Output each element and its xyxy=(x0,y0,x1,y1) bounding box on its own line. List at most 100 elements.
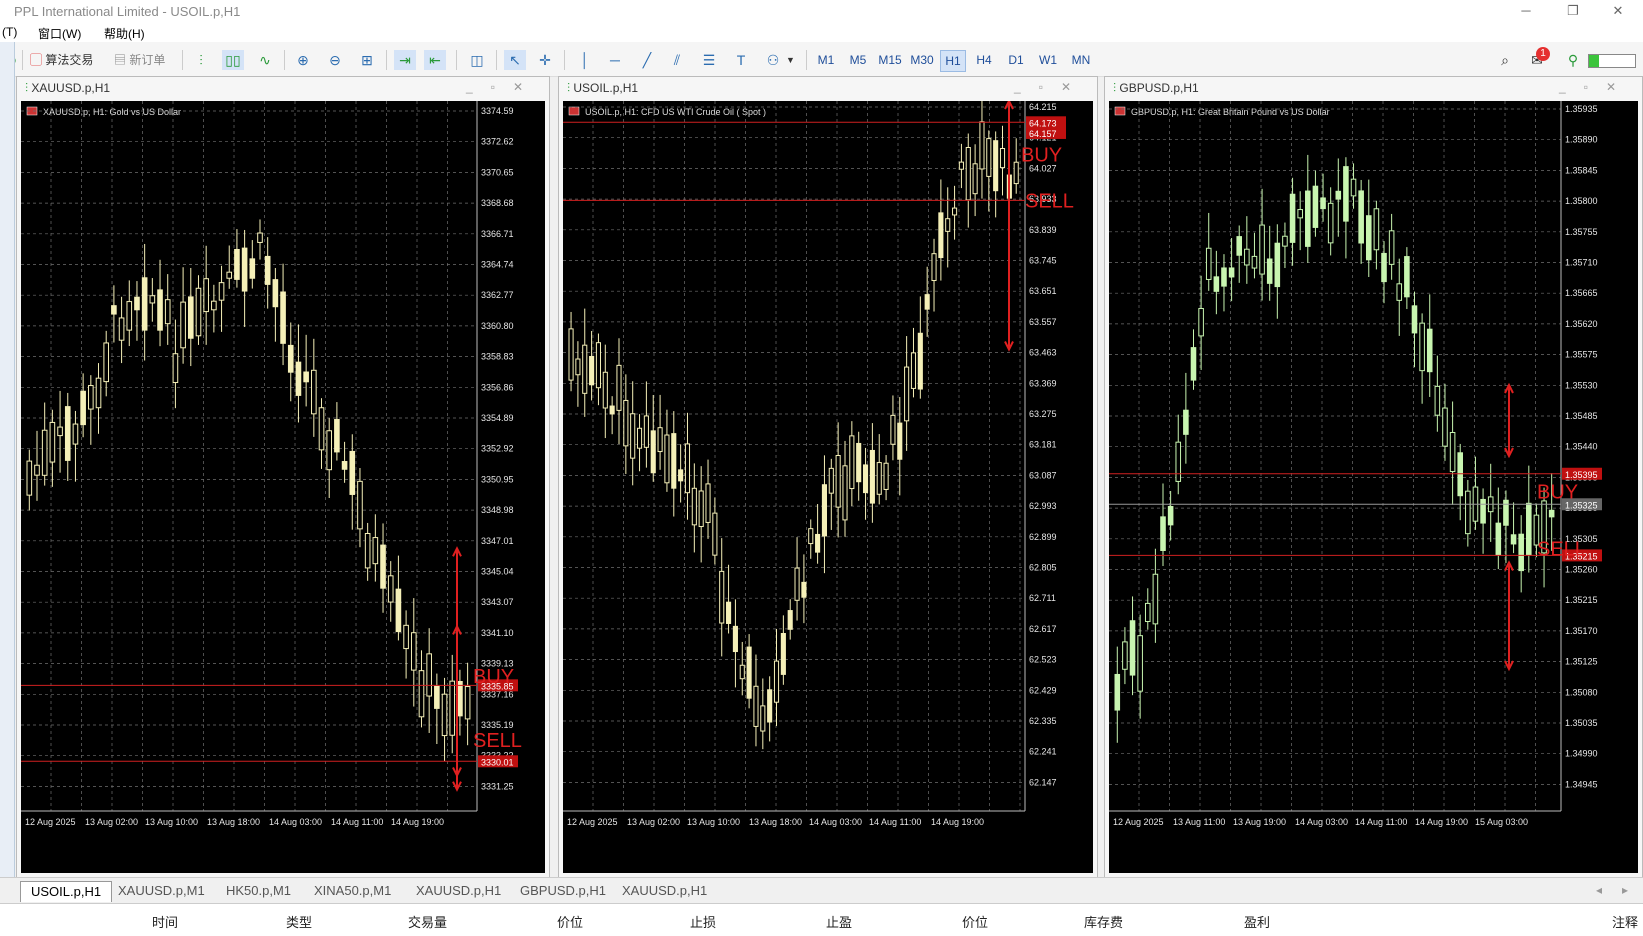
minimize-button[interactable]: ─ xyxy=(1506,2,1546,20)
horizontal-line-icon[interactable]: ─ xyxy=(604,50,626,70)
column-comment[interactable]: 注释 xyxy=(1612,912,1638,931)
candle-body xyxy=(326,430,333,471)
cursor-icon[interactable]: ↖ xyxy=(504,50,526,70)
channel-icon[interactable]: ⫽ xyxy=(666,50,688,70)
chart-window-buttons[interactable]: _▫✕ xyxy=(1559,80,1634,94)
candle-body xyxy=(849,435,855,490)
x-tick-label: 13 Aug 02:00 xyxy=(627,817,680,827)
candle-body xyxy=(1205,247,1212,280)
tab-hk50-m1[interactable]: HK50.p,M1 xyxy=(216,881,301,901)
candle-body xyxy=(57,426,63,437)
candle-body xyxy=(1465,490,1471,535)
chart-window-buttons[interactable]: _▫✕ xyxy=(1014,80,1089,94)
timeframe-m1[interactable]: M1 xyxy=(814,50,838,70)
column-profit[interactable]: 盈利 xyxy=(1244,912,1270,931)
toolbar-separator xyxy=(386,50,387,70)
candle-body xyxy=(794,567,800,601)
algo-trading-button[interactable]: ▢ 算法交易 xyxy=(30,50,93,70)
new-order-button[interactable]: ▤ 新订单 xyxy=(114,50,165,70)
column-stop-loss[interactable]: 止损 xyxy=(690,912,716,931)
zoom-out-icon[interactable]: ⊖ xyxy=(324,50,346,70)
column-volume[interactable]: 交易量 xyxy=(408,912,447,931)
close-button[interactable]: ✕ xyxy=(1598,2,1638,20)
timeframe-h1[interactable]: H1 xyxy=(940,50,966,72)
chart-shift-icon[interactable]: ⇤ xyxy=(424,50,446,70)
column-type[interactable]: 类型 xyxy=(286,912,312,931)
left-side-panel[interactable] xyxy=(0,42,15,877)
menu-window[interactable]: 窗口(W) xyxy=(38,25,81,42)
maximize-button[interactable]: ❐ xyxy=(1553,2,1593,20)
candle-body xyxy=(1411,305,1418,334)
timeframe-m5[interactable]: M5 xyxy=(846,50,870,70)
chart-area[interactable]: GBPUSD.p, H1: Great Britain Pound vs US … xyxy=(1109,101,1638,873)
candle-body xyxy=(380,544,386,589)
chart-window-title: ⫶ USOIL.p,H1 xyxy=(567,81,638,96)
candle-body xyxy=(234,248,240,280)
candle-body xyxy=(760,705,766,732)
chevron-down-icon[interactable]: ▼ xyxy=(786,50,795,70)
candle-body xyxy=(272,279,279,308)
text-icon[interactable]: T xyxy=(730,50,752,70)
crosshair-icon[interactable]: ✛ xyxy=(534,50,556,70)
chart-icon: ⫶ xyxy=(567,81,571,95)
timeframe-m15[interactable]: M15 xyxy=(876,50,904,70)
screenshot-icon[interactable]: ◫ xyxy=(466,50,488,70)
y-tick-label: 1.35035 xyxy=(1565,718,1598,728)
candle-body xyxy=(582,344,588,394)
timeframe-d1[interactable]: D1 xyxy=(1004,50,1028,70)
candle-body xyxy=(1510,534,1517,545)
gbpusd-chart[interactable]: GBPUSD.p, H1: Great Britain Pound vs US … xyxy=(1109,101,1638,873)
tab-usoil-h1[interactable]: USOIL.p,H1 xyxy=(20,881,113,902)
menu-tools[interactable]: (T) xyxy=(2,25,17,39)
search-icon[interactable]: ⌕ xyxy=(1494,50,1516,70)
timeframe-mn[interactable]: MN xyxy=(1068,50,1094,70)
candle-body xyxy=(719,570,725,624)
tab-xauusd-h1[interactable]: XAUUSD.p,H1 xyxy=(406,881,511,901)
candlestick-icon[interactable]: ▯▯ xyxy=(222,50,244,70)
column-price[interactable]: 价位 xyxy=(557,912,583,931)
candle-body xyxy=(226,271,233,279)
shapes-icon[interactable]: ⚇ xyxy=(762,50,784,70)
y-tick-label: 63.369 xyxy=(1029,378,1057,388)
candle-body xyxy=(1388,230,1395,265)
candle-body xyxy=(403,624,409,650)
tab-xina50-m1[interactable]: XINA50.p,M1 xyxy=(304,881,401,901)
chart-area[interactable]: USOIL.p, H1: CFD US WTI Crude Oil ( Spot… xyxy=(563,101,1093,873)
tab-xauusd-m1[interactable]: XAUUSD.p,M1 xyxy=(108,881,215,901)
candle-body xyxy=(257,232,263,243)
bar-chart-icon[interactable]: ⫶ xyxy=(190,50,212,70)
chart-window-xauusd[interactable]: ⫶ XAUUSD.p,H1 _▫✕ XAUUSD.p, H1: Gold vs … xyxy=(16,76,550,878)
line-chart-icon[interactable]: ∿ xyxy=(254,50,276,70)
xauusd-chart[interactable]: XAUUSD.p, H1: Gold vs US Dollar 3374.5933… xyxy=(21,101,545,873)
candle-body xyxy=(883,462,889,490)
candle-body xyxy=(575,358,581,376)
column-time[interactable]: 时间 xyxy=(152,912,178,931)
usoil-chart[interactable]: USOIL.p, H1: CFD US WTI Crude Oil ( Spot… xyxy=(563,101,1093,873)
x-tick-label: 14 Aug 19:00 xyxy=(1415,817,1468,827)
x-tick-label: 14 Aug 11:00 xyxy=(331,817,383,827)
tab-xauusd-h1-2[interactable]: XAUUSD.p,H1 xyxy=(612,881,717,901)
timeframe-w1[interactable]: W1 xyxy=(1036,50,1060,70)
tabs-scroll-right-icon[interactable]: ▸ xyxy=(1622,883,1628,897)
timeframe-m30[interactable]: M30 xyxy=(908,50,936,70)
tab-gbpusd-h1[interactable]: GBPUSD.p,H1 xyxy=(510,881,616,901)
fibonacci-icon[interactable]: ☰ xyxy=(698,50,720,70)
tabs-scroll-left-icon[interactable]: ◂ xyxy=(1596,883,1602,897)
column-price-current[interactable]: 价位 xyxy=(962,912,988,931)
column-swap[interactable]: 库存费 xyxy=(1084,912,1123,931)
vertical-line-icon[interactable]: │ xyxy=(574,50,596,70)
chart-window-usoil[interactable]: ⫶ USOIL.p,H1 _▫✕ USOIL.p, H1: CFD US WTI… xyxy=(558,76,1098,878)
timeframe-h4[interactable]: H4 xyxy=(972,50,996,70)
zoom-in-icon[interactable]: ⊕ xyxy=(292,50,314,70)
chart-window-gbpusd[interactable]: ⫶ GBPUSD.p,H1 _▫✕ GBPUSD.p, H1: Great Br… xyxy=(1104,76,1643,878)
menu-help[interactable]: 帮助(H) xyxy=(104,25,145,42)
autoscroll-icon[interactable]: ⇥ xyxy=(394,50,416,70)
trade-columns-header: 时间 类型 交易量 价位 止损 止盈 价位 库存费 盈利 注释 xyxy=(0,903,1643,936)
chart-area[interactable]: XAUUSD.p, H1: Gold vs US Dollar 3374.59 33… xyxy=(21,101,545,873)
column-take-profit[interactable]: 止盈 xyxy=(826,912,852,931)
chart-window-buttons[interactable]: _▫✕ xyxy=(466,80,541,94)
candle-body xyxy=(691,487,697,526)
trendline-icon[interactable]: ╱ xyxy=(636,50,658,70)
candle-body xyxy=(1426,328,1433,373)
grid-icon[interactable]: ⊞ xyxy=(356,50,378,70)
